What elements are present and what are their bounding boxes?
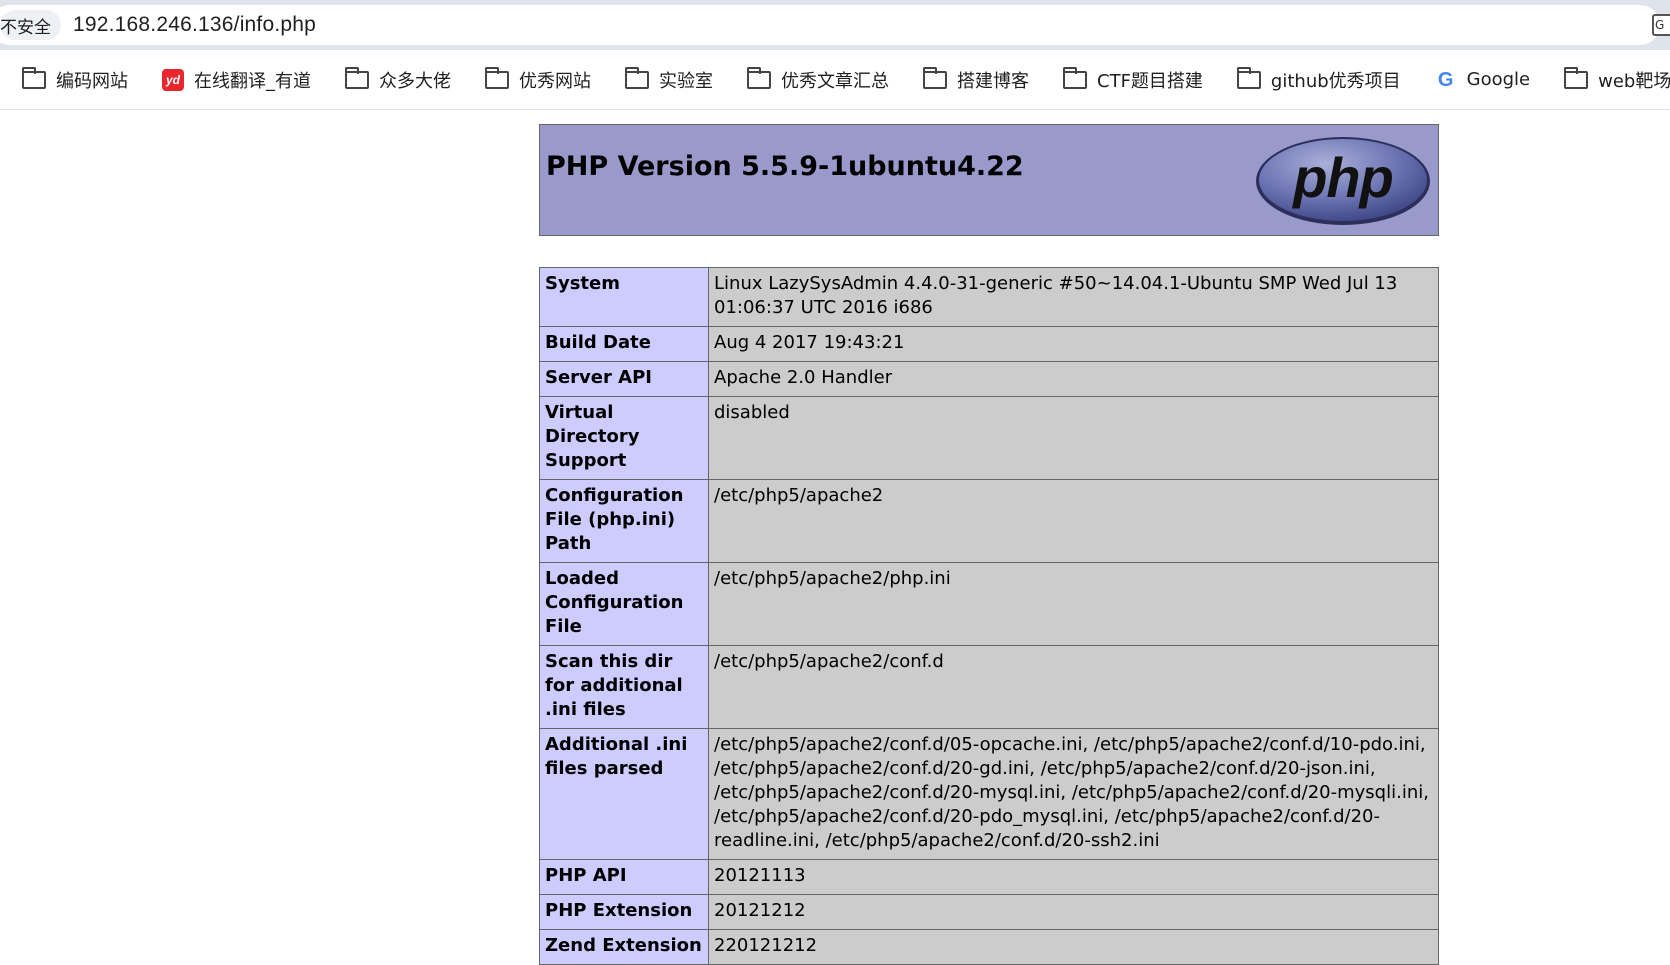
row-key: System	[539, 267, 709, 327]
row-key: Zend Extension	[539, 929, 709, 965]
row-key: Virtual Directory Support	[539, 396, 709, 480]
youdao-icon: yd	[162, 68, 184, 91]
bookmark-item[interactable]: 优秀文章汇总	[747, 62, 889, 98]
bookmark-label: 优秀文章汇总	[781, 70, 889, 92]
table-row: Configuration File (php.ini) Path /etc/p…	[539, 479, 1439, 563]
table-row: Zend Extension 220121212	[539, 929, 1439, 965]
page-content: PHP Version 5.5.9-1ubuntu4.22 php System…	[0, 110, 1670, 965]
folder-icon	[1564, 66, 1589, 89]
bookmark-item[interactable]: G Google	[1435, 62, 1530, 98]
row-value: 220121212	[708, 929, 1439, 965]
row-value: /etc/php5/apache2/php.ini	[708, 562, 1439, 646]
row-value: disabled	[708, 396, 1439, 480]
bookmark-item[interactable]: 编码网站	[22, 62, 128, 98]
bookmark-item[interactable]: 搭建博客	[923, 62, 1029, 98]
table-row: System Linux LazySysAdmin 4.4.0-31-gener…	[539, 267, 1439, 327]
table-row: PHP API 20121113	[539, 859, 1439, 895]
page-title: PHP Version 5.5.9-1ubuntu4.22	[546, 151, 1024, 182]
bookmark-label: 众多大佬	[379, 70, 451, 92]
bookmark-label: 优秀网站	[519, 70, 591, 92]
folder-icon	[923, 66, 947, 89]
bookmark-item[interactable]: 优秀网站	[485, 62, 591, 98]
row-value: Apache 2.0 Handler	[708, 361, 1439, 397]
folder-icon	[345, 66, 369, 89]
bookmark-label: web靶场	[1598, 70, 1670, 92]
row-value: 20121113	[708, 859, 1439, 895]
row-value: Linux LazySysAdmin 4.4.0-31-generic #50~…	[708, 267, 1439, 327]
bookmark-label: github优秀项目	[1270, 70, 1401, 92]
row-key: PHP API	[539, 859, 709, 895]
folder-icon	[1236, 66, 1261, 89]
table-row: Loaded Configuration File /etc/php5/apac…	[539, 562, 1439, 646]
bookmark-label: 编码网站	[56, 70, 128, 92]
row-value: /etc/php5/apache2/conf.d/05-opcache.ini,…	[708, 728, 1439, 860]
translate-icon[interactable]: G	[1652, 14, 1670, 36]
php-logo[interactable]: php	[1254, 135, 1432, 227]
google-icon: G	[1437, 68, 1454, 91]
table-row: Virtual Directory Support disabled	[539, 396, 1439, 480]
php-version-header: PHP Version 5.5.9-1ubuntu4.22 php	[539, 124, 1439, 236]
row-key: Scan this dir for additional .ini files	[539, 645, 709, 729]
folder-icon	[1063, 66, 1087, 89]
folder-icon	[22, 66, 46, 89]
bookmarks-bar: 编码网站 yd 在线翻译_有道 众多大佬 优秀网站 实验室 优秀文章汇总 搭建博…	[0, 50, 1670, 110]
folder-icon	[625, 66, 649, 89]
bookmark-item[interactable]: 众多大佬	[345, 62, 451, 98]
row-value: 20121212	[708, 894, 1439, 930]
row-key: Configuration File (php.ini) Path	[539, 479, 709, 563]
bookmark-label: Google	[1466, 69, 1531, 90]
bookmark-item[interactable]: 实验室	[625, 62, 713, 98]
bookmark-item[interactable]: yd 在线翻译_有道	[162, 62, 311, 98]
security-status-chip[interactable]: 不安全	[0, 10, 61, 40]
browser-address-bar: 不安全 192.168.246.136/info.php G	[0, 0, 1670, 50]
bookmark-item[interactable]: CTF题目搭建	[1063, 62, 1203, 98]
bookmark-label: 在线翻译_有道	[194, 70, 311, 92]
folder-icon	[747, 66, 771, 89]
table-row: Scan this dir for additional .ini files …	[539, 645, 1439, 729]
security-status-label: 不安全	[0, 17, 51, 38]
omnibox[interactable]: 不安全 192.168.246.136/info.php	[0, 5, 1660, 45]
bookmark-label: 搭建博客	[957, 70, 1029, 92]
folder-icon	[485, 66, 509, 89]
bookmark-label: 实验室	[659, 70, 713, 92]
row-key: PHP Extension	[539, 894, 709, 930]
bookmark-label: CTF题目搭建	[1097, 70, 1203, 92]
php-logo-text: php	[1291, 146, 1393, 209]
row-key: Server API	[539, 361, 709, 397]
bookmark-item[interactable]: web靶场	[1564, 62, 1670, 98]
table-row: Build Date Aug 4 2017 19:43:21	[539, 326, 1439, 362]
row-key: Build Date	[539, 326, 709, 362]
table-row: PHP Extension 20121212	[539, 894, 1439, 930]
row-value: Aug 4 2017 19:43:21	[708, 326, 1439, 362]
row-key: Loaded Configuration File	[539, 562, 709, 646]
url-text[interactable]: 192.168.246.136/info.php	[73, 13, 316, 37]
row-value: /etc/php5/apache2	[708, 479, 1439, 563]
table-row: Additional .ini files parsed /etc/php5/a…	[539, 728, 1439, 860]
table-row: Server API Apache 2.0 Handler	[539, 361, 1439, 397]
row-value: /etc/php5/apache2/conf.d	[708, 645, 1439, 729]
phpinfo-table: System Linux LazySysAdmin 4.4.0-31-gener…	[539, 267, 1439, 965]
row-key: Additional .ini files parsed	[539, 728, 709, 860]
bookmark-item[interactable]: github优秀项目	[1236, 62, 1401, 98]
